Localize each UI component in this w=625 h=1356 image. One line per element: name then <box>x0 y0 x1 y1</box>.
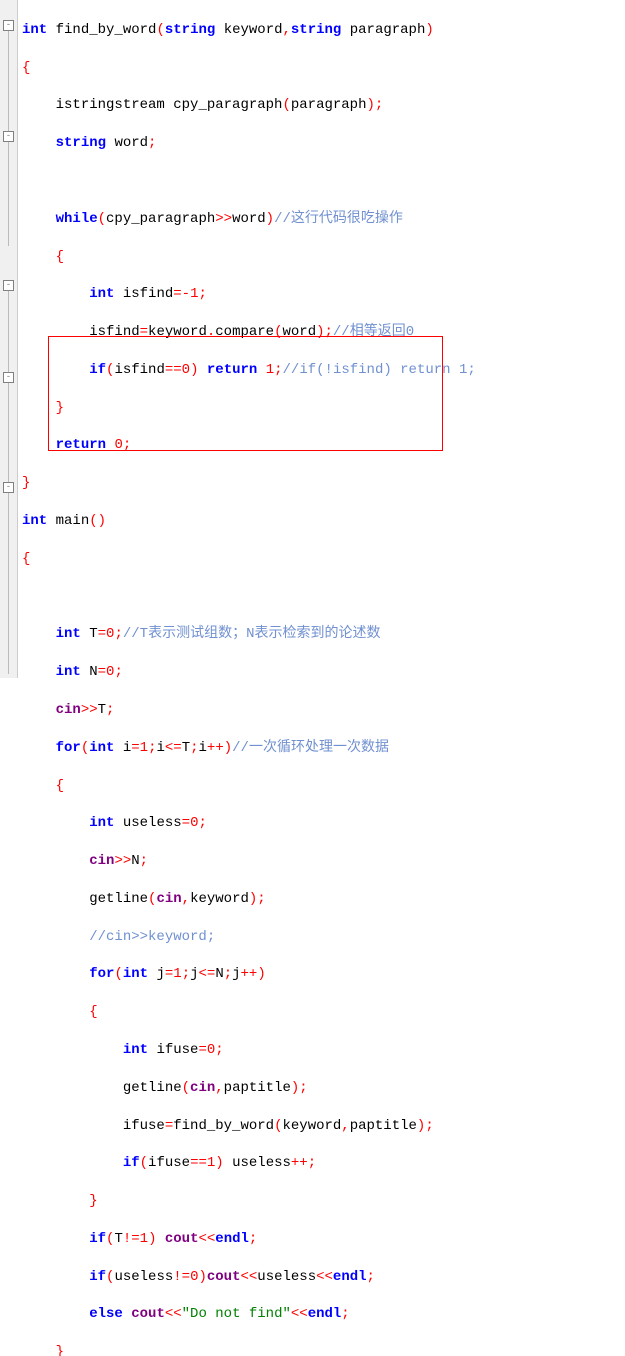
code-line: int find_by_word(string keyword,string p… <box>22 21 625 40</box>
code-line: ifuse=find_by_word(keyword,paptitle); <box>22 1117 625 1136</box>
code-line: cin>>T; <box>22 701 625 720</box>
code-line: } <box>22 399 625 418</box>
fold-toggle[interactable]: - <box>3 20 14 31</box>
code-line: int main() <box>22 512 625 531</box>
code-line: { <box>22 1003 625 1022</box>
code-line: cin>>N; <box>22 852 625 871</box>
code-line: int N=0; <box>22 663 625 682</box>
code-line: if(isfind==0) return 1;//if(!isfind) ret… <box>22 361 625 380</box>
code-line: for(int i=1;i<=T;i++)//一次循环处理一次数据 <box>22 739 625 758</box>
code-line: if(ifuse==1) useless++; <box>22 1154 625 1173</box>
code-line: //cin>>keyword; <box>22 928 625 947</box>
code-line: while(cpy_paragraph>>word)//这行代码很吃操作 <box>22 210 625 229</box>
code-line: getline(cin,keyword); <box>22 890 625 909</box>
code-line: int T=0;//T表示测试组数；N表示检索到的论述数 <box>22 625 625 644</box>
fold-toggle[interactable]: - <box>3 372 14 383</box>
code-line: int ifuse=0; <box>22 1041 625 1060</box>
fold-gutter: - - - - - <box>0 0 18 678</box>
code-line: } <box>22 1343 625 1356</box>
code-line: { <box>22 59 625 78</box>
code-line: string word; <box>22 134 625 153</box>
fold-toggle[interactable]: - <box>3 482 14 493</box>
code-line: { <box>22 550 625 569</box>
code-line: } <box>22 474 625 493</box>
fold-toggle[interactable]: - <box>3 131 14 142</box>
code-line: isfind=keyword.compare(word);//相等返回0 <box>22 323 625 342</box>
code-line: { <box>22 777 625 796</box>
code-line: istringstream cpy_paragraph(paragraph); <box>22 96 625 115</box>
fold-toggle[interactable]: - <box>3 280 14 291</box>
code-line: else cout<<"Do not find"<<endl; <box>22 1305 625 1324</box>
code-line: { <box>22 248 625 267</box>
code-line: } <box>22 1192 625 1211</box>
code-editor[interactable]: int find_by_word(string keyword,string p… <box>18 0 625 1356</box>
code-line: if(useless!=0)cout<<useless<<endl; <box>22 1268 625 1287</box>
code-line: return 0; <box>22 436 625 455</box>
code-line: int isfind=-1; <box>22 285 625 304</box>
code-line: for(int j=1;j<=N;j++) <box>22 965 625 984</box>
code-line: int useless=0; <box>22 814 625 833</box>
code-line: getline(cin,paptitle); <box>22 1079 625 1098</box>
code-line: if(T!=1) cout<<endl; <box>22 1230 625 1249</box>
